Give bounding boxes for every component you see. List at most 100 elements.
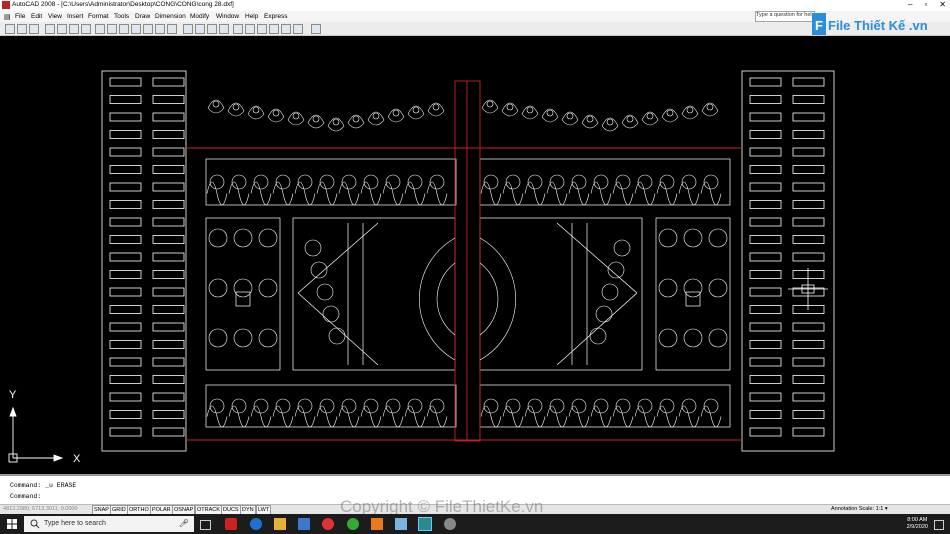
clock-date: 2/9/2020 — [906, 524, 928, 530]
quickcalc-icon[interactable] — [293, 24, 303, 34]
pillar-slot — [109, 427, 142, 437]
pillar-slot — [109, 270, 142, 279]
cad-drawing: Y X — [8, 70, 835, 465]
redo-icon[interactable] — [167, 24, 177, 34]
chrome-icon[interactable] — [322, 518, 334, 530]
autocad-app-icon — [2, 1, 10, 9]
pan-icon[interactable] — [183, 24, 193, 34]
zoom-window-icon[interactable] — [207, 24, 217, 34]
notification-icon[interactable] — [934, 520, 944, 530]
open-icon[interactable] — [17, 24, 27, 34]
axis-x-label: X — [73, 453, 81, 465]
menu-insert[interactable]: Insert — [67, 13, 83, 20]
pillar-slot — [152, 235, 185, 244]
center-medallion — [685, 291, 701, 307]
brush-icon[interactable] — [143, 24, 153, 34]
menu-window[interactable]: Window — [216, 13, 239, 20]
pillar-slot — [749, 112, 782, 122]
sheet-set-icon[interactable] — [269, 24, 279, 34]
undo-icon[interactable] — [155, 24, 165, 34]
store-icon[interactable] — [298, 518, 310, 530]
publish-icon[interactable] — [69, 24, 79, 34]
file-explorer-icon[interactable] — [274, 518, 286, 530]
design-center-icon[interactable] — [245, 24, 255, 34]
crown-motif — [626, 115, 634, 123]
crown-motif — [581, 114, 599, 129]
pillar-slot — [792, 130, 825, 139]
pillar-slot — [109, 77, 142, 87]
tool-palettes-icon[interactable] — [257, 24, 267, 34]
menu-draw[interactable]: Draw — [135, 13, 150, 20]
scroll-motif — [568, 181, 590, 206]
menu-file[interactable]: File — [15, 13, 25, 20]
pillar-slot — [109, 410, 142, 419]
help-search-input[interactable]: Type a question for help — [755, 11, 815, 22]
crown-motif — [646, 112, 654, 120]
drawing-canvas[interactable]: Y X — [0, 36, 950, 474]
close-icon[interactable]: ✕ — [939, 0, 946, 9]
crown-motif — [212, 100, 220, 108]
pillar-slot — [109, 340, 142, 349]
pillar-slot — [749, 130, 782, 139]
pillar-slot — [792, 165, 825, 174]
scroll-motif — [480, 181, 502, 206]
cut-icon[interactable] — [95, 24, 105, 34]
diagonal-bar — [297, 222, 379, 294]
properties-icon[interactable] — [233, 24, 243, 34]
app-icon-blue[interactable] — [395, 518, 407, 530]
app-icon-gray[interactable] — [444, 518, 456, 530]
scroll-motif — [272, 181, 294, 206]
save-icon[interactable] — [29, 24, 39, 34]
menu-format[interactable]: Format — [88, 13, 109, 20]
carved-motif — [208, 278, 228, 298]
app-icon-orange[interactable] — [371, 518, 383, 530]
crown-motif — [706, 103, 714, 111]
new-icon[interactable] — [5, 24, 15, 34]
markup-icon[interactable] — [281, 24, 291, 34]
preview-icon[interactable] — [57, 24, 67, 34]
pillar-slot — [792, 410, 825, 419]
pillar-slot — [152, 200, 185, 209]
paste-icon[interactable] — [119, 24, 129, 34]
scroll-motif — [700, 405, 722, 428]
pillar-slot — [749, 200, 782, 209]
menu-express[interactable]: Express — [264, 13, 287, 20]
maximize-icon[interactable]: ▫ — [924, 0, 927, 9]
minimize-icon[interactable]: – — [908, 0, 912, 9]
document-icon[interactable]: ▤ — [4, 13, 11, 21]
crown-motif — [427, 102, 445, 117]
crown-motif — [606, 118, 614, 126]
pillar-slot — [749, 340, 782, 349]
menu-tools[interactable]: Tools — [114, 13, 129, 20]
system-clock[interactable]: 8:00 AM 2/9/2020 — [907, 517, 928, 531]
taskbar-search-box[interactable]: Type here to search 🎤︎ — [24, 516, 194, 532]
scroll-motif — [502, 181, 524, 206]
scroll-motif — [568, 405, 590, 428]
crown-motif — [641, 111, 659, 126]
plot-icon[interactable] — [81, 24, 91, 34]
print-icon[interactable] — [45, 24, 55, 34]
help-icon[interactable] — [311, 24, 321, 34]
microphone-icon[interactable]: 🎤︎ — [179, 519, 189, 528]
menu-dimension[interactable]: Dimension — [155, 13, 186, 20]
task-view-icon[interactable] — [200, 520, 211, 530]
edge-icon[interactable] — [250, 518, 262, 530]
pillar-slot — [749, 235, 782, 244]
copy-icon[interactable] — [107, 24, 117, 34]
menu-help[interactable]: Help — [245, 13, 258, 20]
app-icon-green[interactable] — [347, 518, 359, 530]
annotation-scale[interactable]: Annotation Scale: 1:1 ▾ — [831, 506, 888, 512]
pillar-slot — [749, 165, 782, 174]
pillar-slot — [792, 357, 825, 367]
menu-view[interactable]: View — [48, 13, 62, 20]
zoom-realtime-icon[interactable] — [195, 24, 205, 34]
menu-edit[interactable]: Edit — [31, 13, 42, 20]
app-icon-red[interactable] — [225, 518, 237, 530]
menu-modify[interactable]: Modify — [190, 13, 209, 20]
windows-start-icon[interactable] — [7, 519, 17, 529]
match-properties-icon[interactable] — [131, 24, 141, 34]
command-prompt[interactable]: Command: — [10, 493, 41, 500]
scroll-motif — [700, 181, 722, 206]
zoom-previous-icon[interactable] — [219, 24, 229, 34]
autocad-taskbar-icon[interactable] — [418, 517, 432, 531]
